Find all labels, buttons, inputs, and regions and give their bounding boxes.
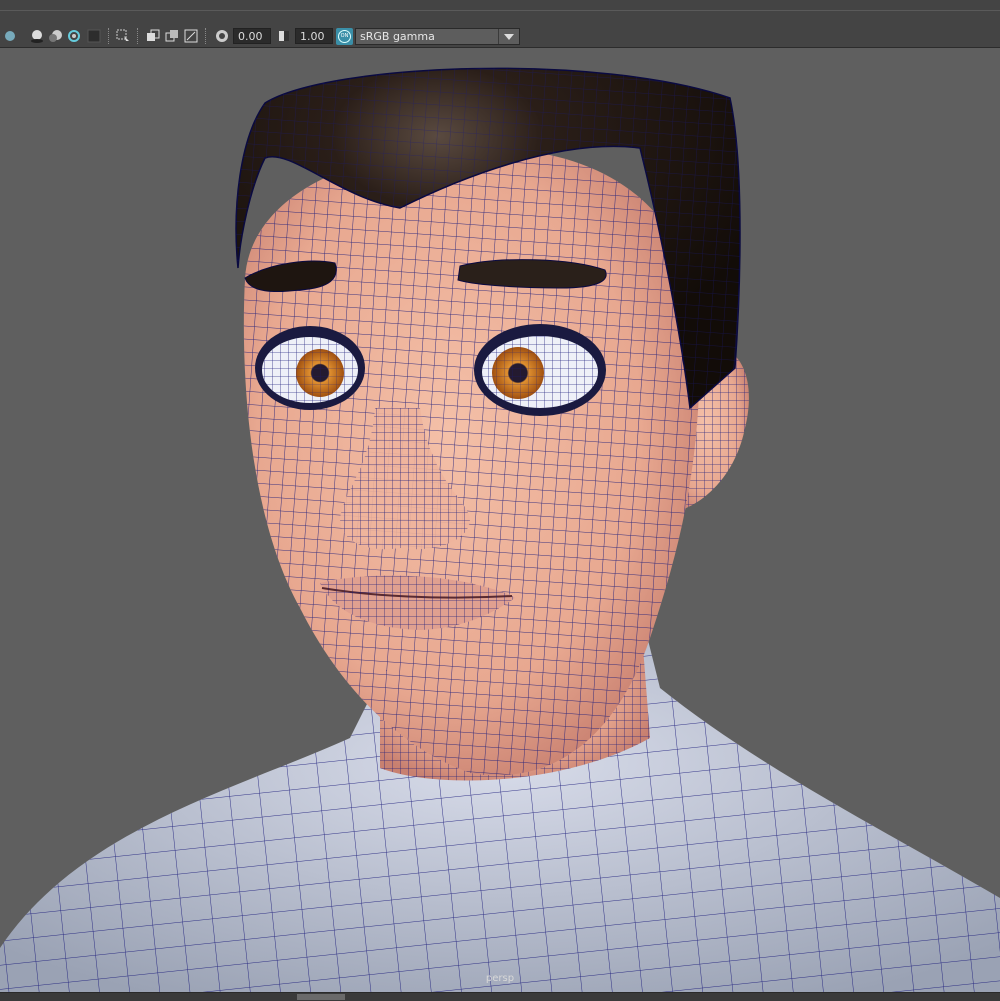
color-management-icon[interactable]: ON [336,28,353,45]
color-management-badge: ON [338,30,351,43]
xray-joints-icon[interactable] [183,28,199,44]
viewport-panel[interactable] [0,48,1000,992]
exposure-field[interactable]: 0.00 [233,28,271,44]
viewport-toolbar: 0.00 1.00 ON sRGB gamma [0,25,1000,48]
ambient-occlusion-icon[interactable] [29,28,45,44]
toolbar-separator [137,28,140,44]
gamma-field[interactable]: 1.00 [295,28,333,44]
menu-bar [0,0,1000,11]
bottom-scroll-tab[interactable] [297,994,345,1000]
right-eye [474,324,606,416]
xray-icon[interactable] [145,28,161,44]
toolbar-separator [205,28,208,44]
camera-label: persp [485,973,515,984]
depth-of-field-icon[interactable] [86,28,102,44]
dropdown-arrow-icon[interactable] [498,29,519,44]
isolate-select-icon[interactable] [115,28,131,44]
left-eye [255,326,365,410]
motion-blur-icon[interactable] [48,28,64,44]
character-model[interactable] [0,48,1000,992]
view-transform-dropdown[interactable]: sRGB gamma [355,28,520,45]
gamma-icon[interactable] [276,28,292,44]
toolbar-separator [108,28,111,44]
xray-active-icon[interactable] [164,28,180,44]
view-transform-label: sRGB gamma [360,30,435,43]
anti-aliasing-icon[interactable] [66,28,82,44]
exposure-icon[interactable] [214,28,230,44]
shadows-icon[interactable] [2,28,18,44]
